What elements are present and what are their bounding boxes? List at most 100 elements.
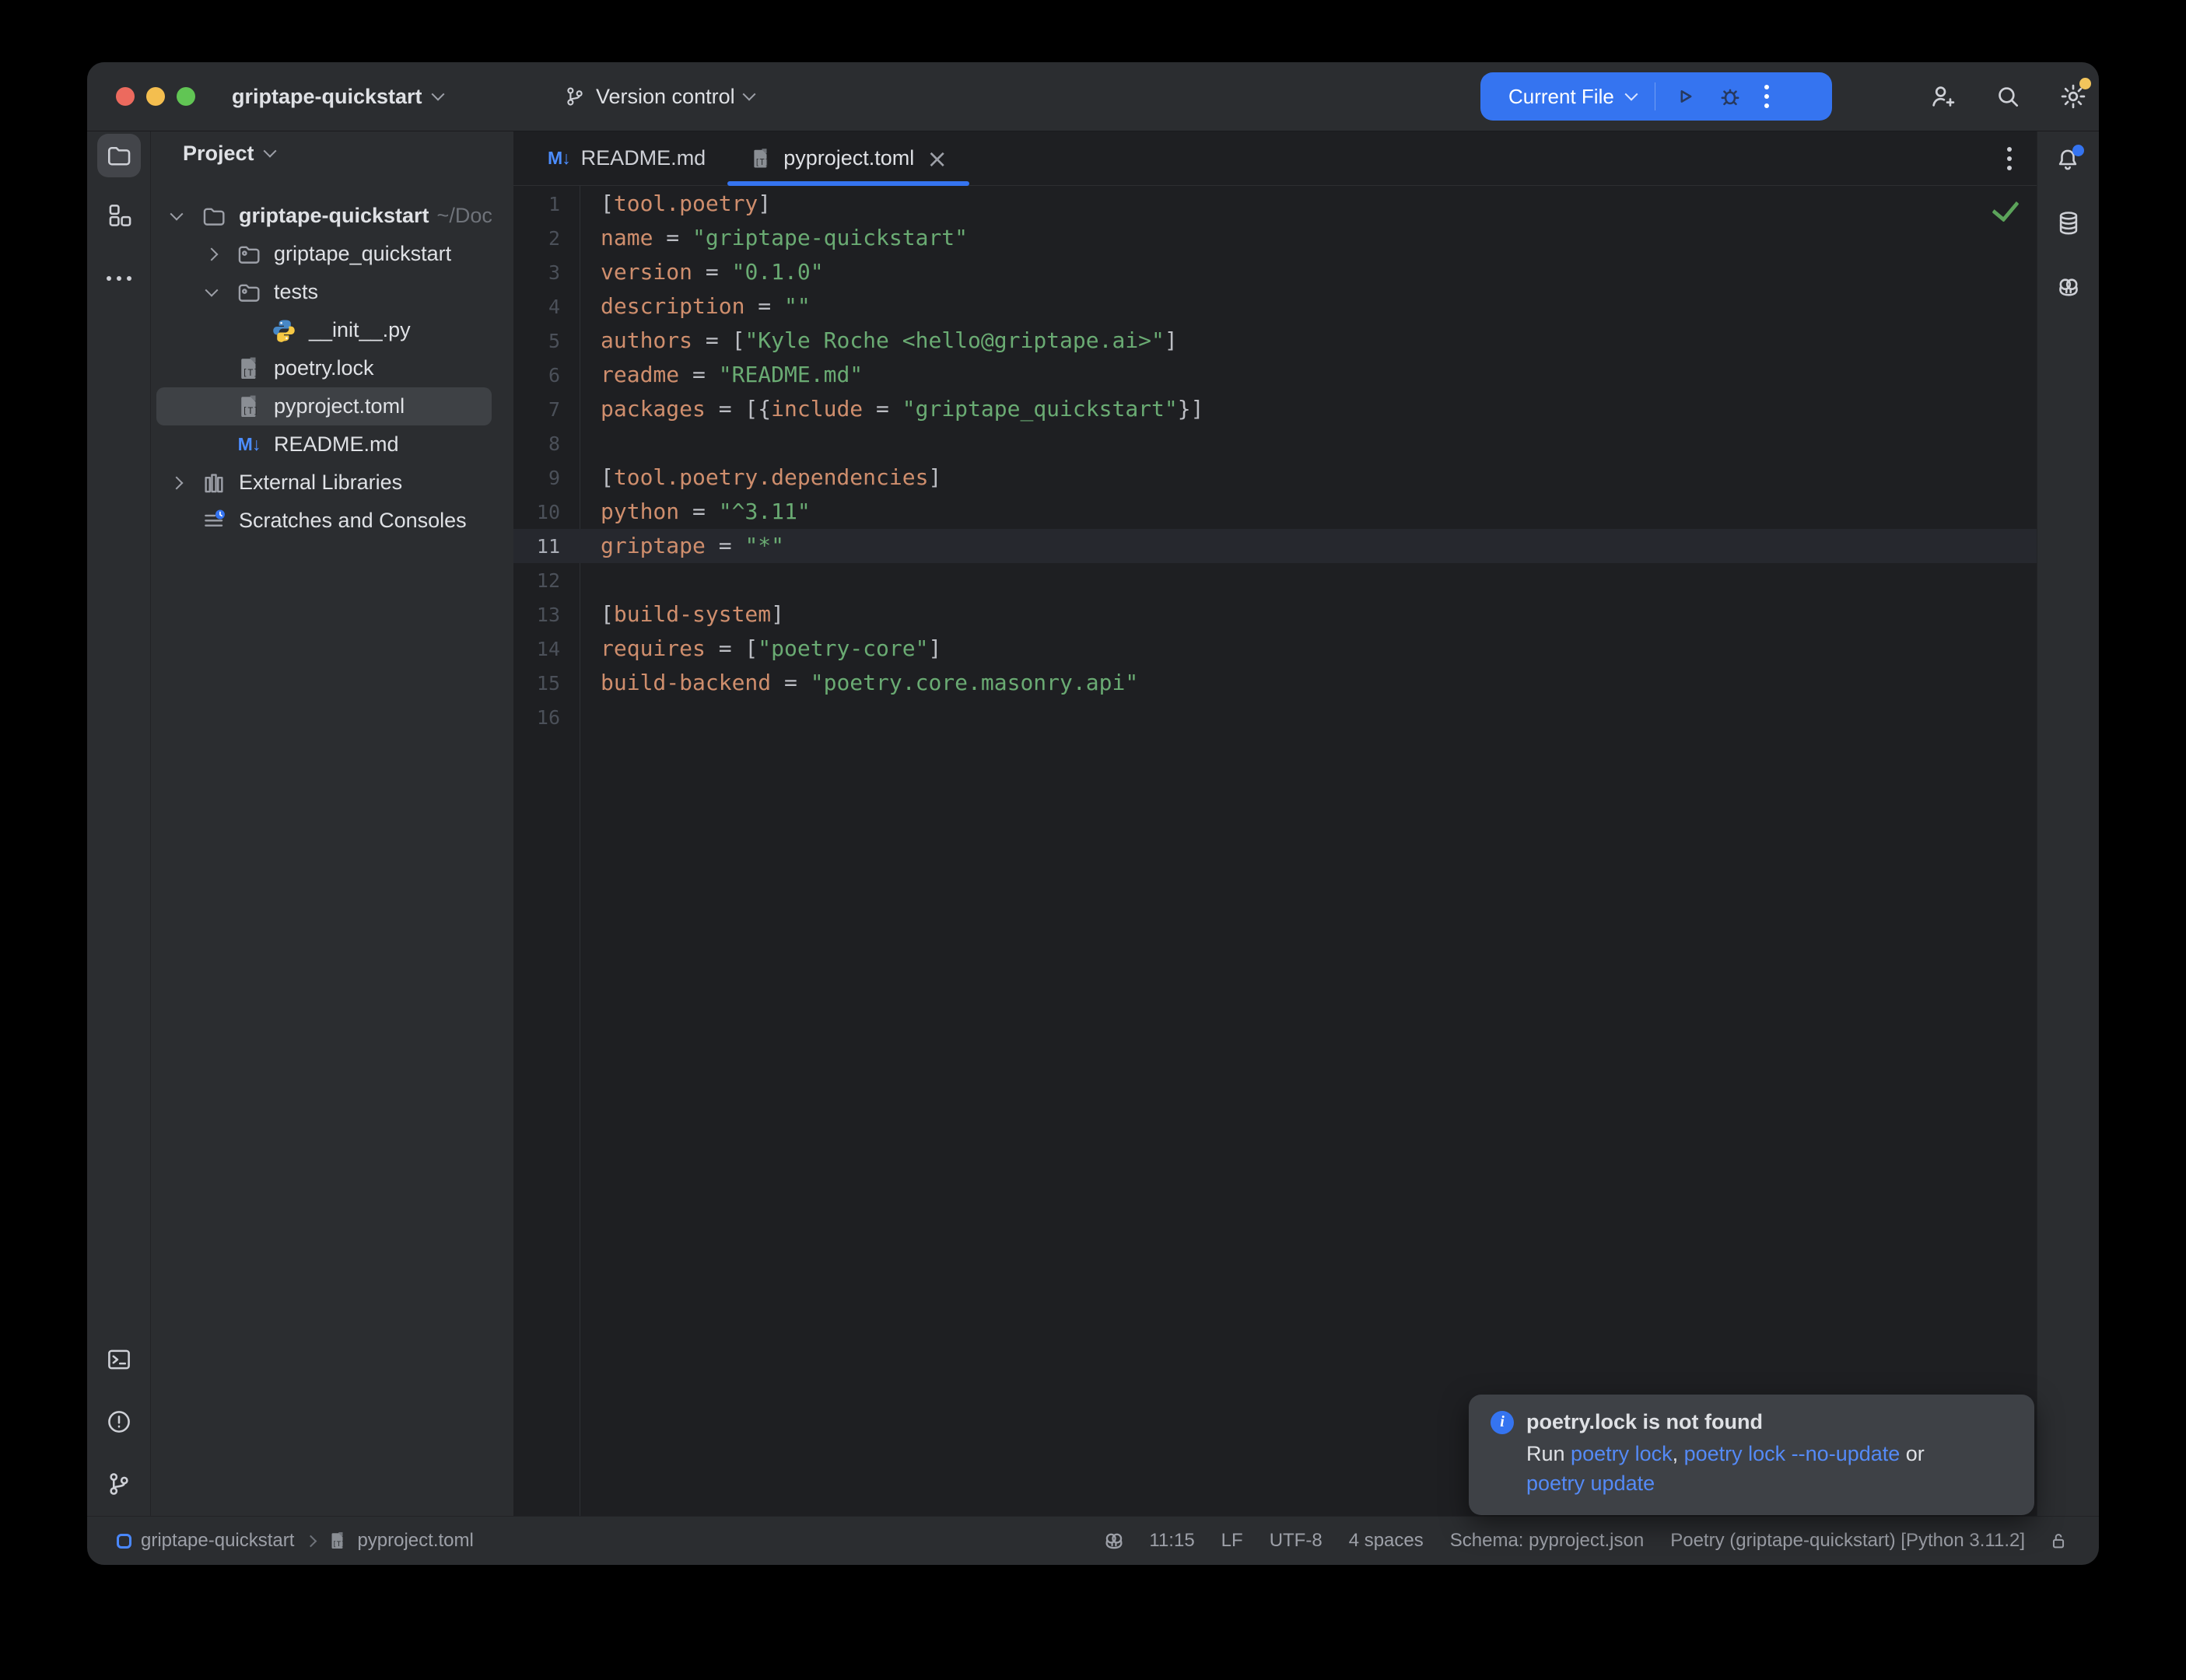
status-item-11:15[interactable]: 11:15 [1136, 1530, 1207, 1552]
code-line-7[interactable]: 7packages = [{include = "griptape_quicks… [513, 392, 2037, 426]
status-item-Schema: pyproject.json[interactable]: Schema: pyproject.json [1437, 1530, 1657, 1552]
status-item-LF[interactable]: LF [1208, 1530, 1256, 1552]
database-tool-button[interactable] [2047, 201, 2090, 245]
search-button[interactable] [1993, 82, 2023, 111]
notification-balloon: i poetry.lock is not found Run poetry lo… [1469, 1395, 2034, 1515]
tree-row-README.md[interactable]: M↓README.md [156, 425, 492, 464]
code-line-13[interactable]: 13[build-system] [513, 597, 2037, 632]
title-bar: griptape-quickstart Version control Curr… [87, 62, 2099, 131]
tree-row-griptape_quickstart[interactable]: griptape_quickstart [156, 235, 492, 273]
terminal-tool-button[interactable] [97, 1338, 141, 1381]
chevron-down-icon[interactable] [170, 207, 184, 220]
line-number[interactable]: 8 [513, 427, 560, 461]
status-bar: griptape-quickstart [T]pyproject.toml 11:… [87, 1516, 2099, 1565]
copilot-status-button[interactable] [1092, 1528, 1136, 1553]
project-folder-tool-button[interactable] [97, 134, 141, 177]
status-item-4 spaces[interactable]: 4 spaces [1336, 1530, 1437, 1552]
vcs-widget[interactable]: Version control [563, 62, 754, 131]
tab-README.md[interactable]: M↓README.md [526, 131, 727, 185]
line-number[interactable]: 7 [513, 393, 560, 427]
minimize-button[interactable] [146, 87, 165, 106]
toml-icon: [T] [749, 147, 772, 170]
code-line-2[interactable]: 2name = "griptape-quickstart" [513, 221, 2037, 255]
run-button[interactable] [1671, 82, 1699, 110]
status-item-Poetry (griptape-quickstart) [Python 3.11.2][interactable]: Poetry (griptape-quickstart) [Python 3.1… [1657, 1530, 2038, 1552]
line-number[interactable]: 1 [513, 187, 560, 222]
folder-icon [201, 203, 227, 229]
tree-row-Scratches and Consoles[interactable]: Scratches and Consoles [156, 502, 492, 540]
close-tab-icon[interactable]: × [927, 148, 948, 170]
tree-label: griptape-quickstart [239, 204, 429, 228]
project-panel-header[interactable]: Project [150, 131, 513, 175]
tab-options-kebab-icon[interactable] [2007, 147, 2012, 170]
chevron-down-icon[interactable] [205, 283, 219, 296]
tree-row-__init__.py[interactable]: __init__.py [156, 311, 492, 349]
code-line-10[interactable]: 10python = "^3.11" [513, 495, 2037, 529]
line-number[interactable]: 14 [513, 632, 560, 667]
code-line-11[interactable]: 11griptape = "*" [513, 529, 2037, 563]
left-tool-strip [87, 131, 151, 1517]
bug-icon [1716, 82, 1744, 110]
tree-row-pyproject.toml[interactable]: [T]pyproject.toml [156, 387, 492, 425]
tree-label: README.md [274, 432, 399, 457]
line-number[interactable]: 9 [513, 461, 560, 495]
status-item-UTF-8[interactable]: UTF-8 [1256, 1530, 1336, 1552]
tab-pyproject.toml[interactable]: [T]pyproject.toml× [727, 131, 969, 185]
code-line-6[interactable]: 6readme = "README.md" [513, 358, 2037, 392]
project-title: griptape-quickstart [232, 85, 422, 109]
notification-link[interactable]: poetry lock [1571, 1442, 1673, 1465]
run-config-selector[interactable]: Current File [1508, 85, 1614, 109]
line-number[interactable]: 3 [513, 256, 560, 290]
chevron-down-icon [1624, 88, 1638, 101]
chevron-right-icon[interactable] [205, 247, 219, 261]
line-number[interactable]: 5 [513, 324, 560, 359]
tree-row-poetry.lock[interactable]: [T]poetry.lock [156, 349, 492, 387]
notification-link[interactable]: poetry lock --no-update [1684, 1442, 1900, 1465]
add-user-button[interactable] [1928, 82, 1957, 111]
line-number[interactable]: 13 [513, 598, 560, 632]
project-switcher[interactable]: griptape-quickstart [232, 62, 443, 131]
notification-link[interactable]: poetry update [1526, 1472, 1655, 1495]
tree-row-External Libraries[interactable]: External Libraries [156, 464, 492, 502]
breadcrumb-item-griptape-quickstart[interactable]: griptape-quickstart [117, 1530, 294, 1552]
tree-row-tests[interactable]: tests [156, 273, 492, 311]
code-line-15[interactable]: 15build-backend = "poetry.core.masonry.a… [513, 666, 2037, 700]
line-number[interactable]: 10 [513, 495, 560, 530]
code-line-16[interactable]: 16 [513, 700, 2037, 734]
code-line-3[interactable]: 3version = "0.1.0" [513, 255, 2037, 289]
tree-label: __init__.py [309, 318, 411, 342]
line-number[interactable]: 4 [513, 290, 560, 324]
line-number[interactable]: 6 [513, 359, 560, 393]
add-user-icon [1928, 82, 1957, 111]
code-line-1[interactable]: 1[tool.poetry] [513, 187, 2037, 221]
code-line-12[interactable]: 12 [513, 563, 2037, 597]
copilot-tool-button[interactable] [2047, 265, 2090, 309]
debug-button[interactable] [1716, 82, 1744, 110]
code-line-8[interactable]: 8 [513, 426, 2037, 460]
line-number[interactable]: 2 [513, 222, 560, 256]
project-tree: griptape-quickstart~/Docume griptape_quic… [150, 197, 513, 540]
line-number[interactable]: 12 [513, 564, 560, 598]
structure-tool-button[interactable] [97, 194, 141, 237]
code-editor[interactable]: 1[tool.poetry]2name = "griptape-quicksta… [513, 185, 2037, 1517]
chevron-right-icon[interactable] [170, 476, 184, 489]
tree-label: griptape_quickstart [274, 242, 451, 266]
more-run-options-icon[interactable] [1764, 85, 1769, 108]
code-line-9[interactable]: 9[tool.poetry.dependencies] [513, 460, 2037, 495]
code-line-14[interactable]: 14requires = ["poetry-core"] [513, 632, 2037, 666]
settings-button[interactable] [2058, 82, 2088, 111]
breadcrumb-item-pyproject.toml[interactable]: [T]pyproject.toml [328, 1530, 473, 1552]
line-number[interactable]: 16 [513, 701, 560, 735]
more-tool-button[interactable] [97, 257, 141, 300]
tree-row-griptape-quickstart[interactable]: griptape-quickstart~/Docume [156, 197, 492, 235]
lock-open-icon[interactable] [2038, 1530, 2079, 1552]
close-button[interactable] [116, 87, 135, 106]
line-number[interactable]: 15 [513, 667, 560, 701]
code-line-5[interactable]: 5authors = ["Kyle Roche <hello@griptape.… [513, 324, 2037, 358]
code-line-4[interactable]: 4description = "" [513, 289, 2037, 324]
line-number[interactable]: 11 [513, 530, 560, 564]
zoom-button[interactable] [177, 87, 195, 106]
problems-tool-button[interactable] [97, 1400, 141, 1444]
notifications-bell-tool-button[interactable] [2047, 138, 2090, 181]
git-branch-tool-button[interactable] [97, 1462, 141, 1506]
